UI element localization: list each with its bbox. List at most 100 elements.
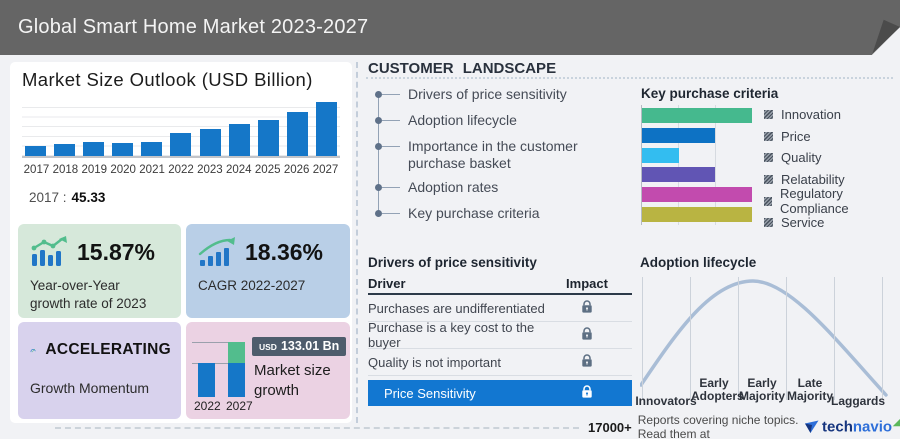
market-size-bar	[228, 124, 250, 156]
legend-marker-icon	[764, 110, 773, 120]
driver-label: Purchase is a key cost to the buyer	[368, 320, 535, 350]
mini-label-2022: 2022	[194, 399, 221, 413]
footer-dashed-line	[55, 427, 579, 429]
legend-item: Price	[764, 126, 900, 148]
lock-icon	[552, 326, 632, 344]
landscape-item-label: Adoption lifecycle	[408, 112, 517, 128]
page-title: Global Smart Home Market 2023-2027	[18, 16, 369, 38]
year-label: 2026	[283, 164, 310, 176]
drivers-table-header: Driver Impact	[368, 274, 632, 295]
legend-marker-icon	[764, 196, 772, 206]
bullet-dot-icon	[375, 143, 382, 150]
legend-label: Relatability	[781, 172, 845, 188]
bullet-dot-icon	[375, 210, 382, 218]
market-size-growth-box: 2022 2027 USD 133.01 Bn Market size grow…	[186, 322, 350, 419]
customer-landscape-list: Drivers of price sensitivity Adoption lif…	[368, 86, 624, 231]
bullet-dot-icon	[375, 184, 382, 192]
market-size-bar	[25, 145, 46, 156]
year-label: 2017	[23, 164, 50, 176]
legend-marker-icon	[764, 153, 773, 163]
column-impact: Impact	[566, 276, 608, 291]
landscape-item: Importance in the customer purchase bask…	[368, 138, 624, 172]
market-size-card: Market Size Outlook (USD Billion) 2017 20…	[10, 62, 352, 423]
legend-marker-icon	[764, 131, 773, 141]
legend-item: Innovation	[764, 104, 900, 126]
year-label: 2024	[226, 164, 252, 176]
driver-row: Purchases are undifferentiated	[368, 295, 632, 322]
market-size-bar	[170, 132, 192, 156]
year-label: 2021	[139, 164, 165, 176]
mini-chart-topline	[192, 342, 230, 343]
legend-label: Regulatory Compliance	[780, 186, 849, 217]
criteria-bar	[642, 147, 679, 163]
drivers-rows: Purchases are undifferentiated Purchase i…	[368, 295, 632, 376]
driver-label: Quality is not important	[368, 354, 501, 370]
criteria-bar	[642, 167, 716, 183]
drivers-table: Driver Impact Purchases are undifferenti…	[368, 274, 632, 406]
lock-icon	[552, 299, 632, 317]
growth-arrow-icon	[198, 237, 235, 266]
gridline	[882, 277, 883, 400]
key-purchase-criteria-title: Key purchase criteria	[641, 86, 779, 101]
market-size-title: Market Size Outlook (USD Billion)	[22, 69, 313, 90]
year-label: 2019	[81, 164, 108, 176]
gauge-icon	[30, 348, 36, 353]
market-size-bar	[83, 141, 105, 156]
connector-line	[382, 146, 400, 147]
landscape-item: Adoption lifecycle	[368, 112, 624, 131]
yoy-growth-box: 15.87% Year-over-Year growth rate of 202…	[18, 224, 181, 318]
landscape-item: Key purchase criteria	[368, 205, 624, 224]
landscape-item-label: Adoption rates	[408, 179, 499, 196]
key-purchase-criteria-legend: Innovation Price Quality Relatability Regula…	[764, 104, 900, 234]
legend-label: Innovation	[781, 107, 841, 123]
market-size-2017-note: 2017 : 45.33	[29, 190, 105, 205]
legend-label: Service	[781, 215, 825, 231]
cagr-box: 18.36% CAGR 2022-2027	[186, 224, 350, 318]
criteria-bar	[642, 187, 752, 203]
infographic-canvas: Global Smart Home Market 2023-2027 Marke…	[0, 0, 900, 439]
growth-label: Market size growth	[254, 362, 331, 399]
driver-row: Purchase is a key cost to the buyer	[368, 320, 632, 350]
criteria-bar	[642, 206, 752, 222]
lock-icon	[552, 353, 632, 371]
trademark-mark: ◢	[893, 417, 900, 428]
usd-growth-badge: USD 133.01 Bn	[252, 337, 347, 356]
legend-marker-icon	[764, 175, 773, 185]
adoption-lifecycle-chart: Innovators Early Adopters Early Majority Late…	[635, 272, 890, 412]
footer-text: Reports covering niche topics. Read them…	[637, 413, 799, 439]
technavio-arrow-icon	[805, 420, 819, 433]
criteria-bar	[642, 108, 752, 123]
price-sensitivity-row: Price Sensitivity	[368, 380, 632, 406]
technavio-logo[interactable]: technavio◢	[805, 417, 900, 436]
stage-label: Innovators	[635, 393, 697, 408]
market-size-bar	[286, 112, 308, 156]
note-value: 45.33	[71, 190, 106, 205]
year-label: 2020	[110, 164, 136, 176]
driver-label: Purchases are undifferentiated	[368, 300, 545, 316]
year-label: 2022	[168, 164, 194, 176]
customer-landscape-title: CUSTOMER LANDSCAPE	[368, 60, 557, 77]
header-bar: Global Smart Home Market 2023-2027	[0, 0, 900, 55]
market-size-bar	[112, 142, 134, 156]
market-size-bar	[199, 129, 221, 156]
footer: 17000+ Reports covering niche topics. Re…	[588, 413, 900, 439]
landscape-item: Drivers of price sensitivity	[368, 86, 624, 105]
market-size-bar	[315, 102, 337, 156]
note-year: 2017 :	[29, 190, 67, 205]
year-label: 2018	[52, 164, 79, 176]
legend-item: Regulatory Compliance	[764, 186, 900, 216]
connector-line	[382, 120, 400, 121]
stage-label: Early Adopters	[691, 376, 744, 404]
mini-bar-2027-base	[228, 363, 245, 397]
legend-marker-icon	[764, 218, 773, 228]
market-size-bar	[54, 143, 76, 156]
landscape-item: Adoption rates	[368, 179, 624, 198]
driver-row: Quality is not important	[368, 349, 632, 376]
dotted-divider	[366, 77, 893, 79]
mini-bar-2022	[198, 363, 215, 397]
market-size-year-labels: 2017 2018 2019 2020 2021 2022 2023 2024 2025 2026…	[22, 164, 340, 176]
yoy-label: Year-over-Year growth rate of 2023	[30, 278, 147, 311]
growth-momentum-box: ACCELERATING Growth Momentum	[18, 322, 181, 419]
landscape-item-label: Importance in the customer purchase bask…	[408, 138, 578, 172]
connector-line	[382, 94, 400, 95]
